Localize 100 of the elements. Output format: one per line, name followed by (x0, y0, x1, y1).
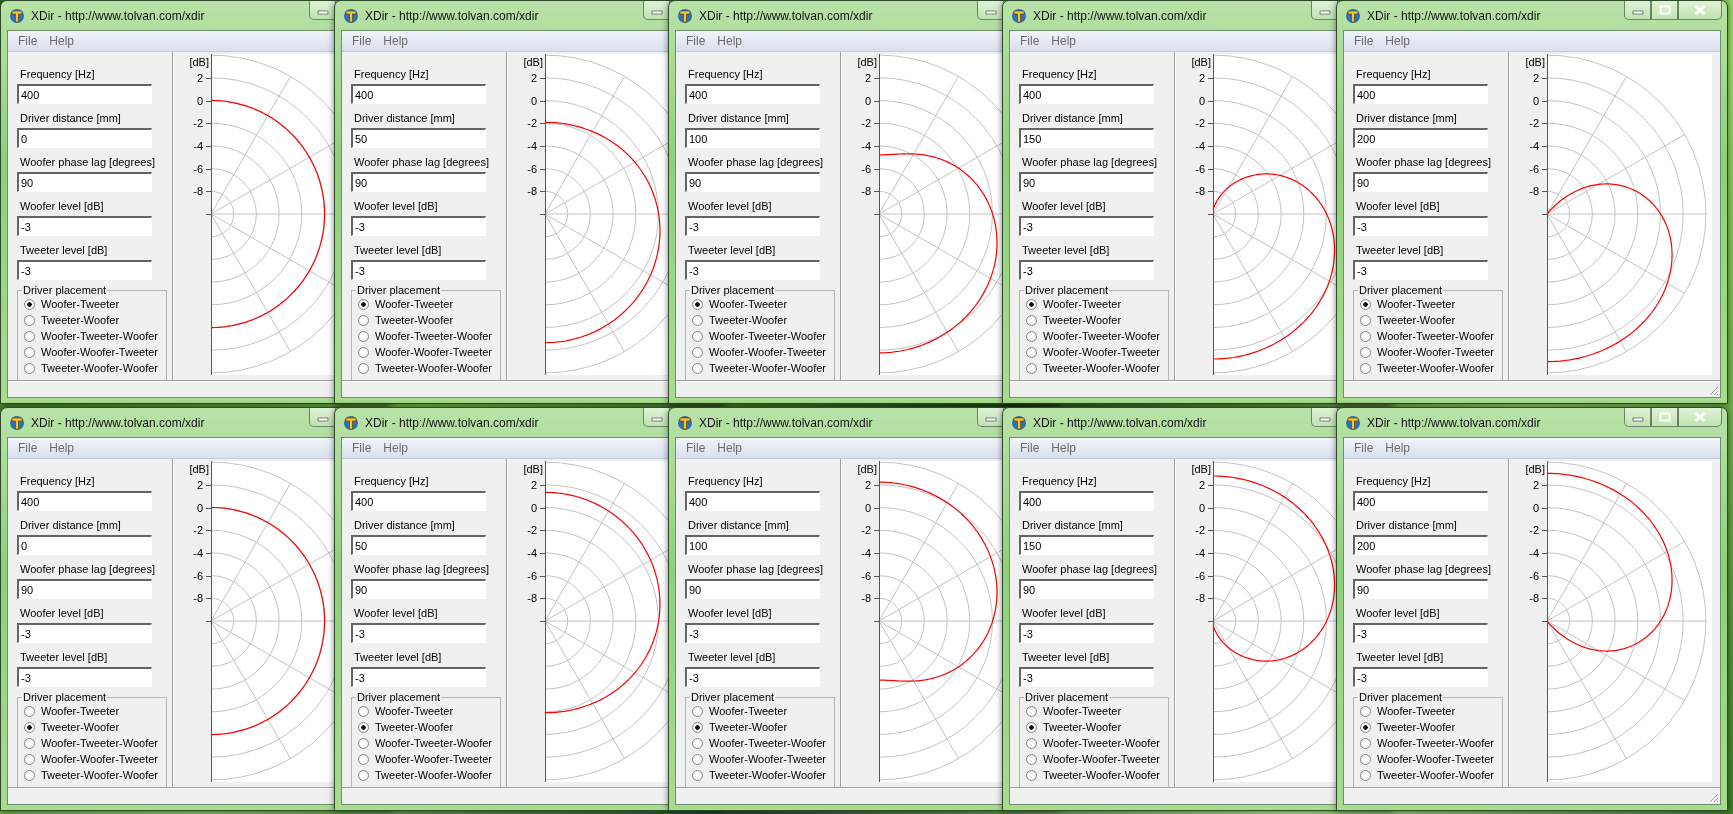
input-field[interactable]: -3 (1019, 623, 1154, 643)
radio-button[interactable] (1360, 330, 1371, 342)
input-field[interactable]: 50 (351, 535, 486, 555)
radio-label[interactable]: Tweeter-Woofer-Woofer (1043, 362, 1160, 374)
radio-label[interactable]: Woofer-Woofer-Tweeter (41, 753, 158, 765)
input-field[interactable]: 400 (1353, 491, 1488, 511)
menu-item[interactable]: File (346, 439, 378, 457)
radio-label[interactable]: Tweeter-Woofer-Woofer (709, 362, 826, 374)
radio-button[interactable] (1360, 362, 1371, 374)
input-field[interactable]: 90 (685, 172, 820, 192)
menu-item[interactable]: File (680, 32, 712, 50)
radio-button[interactable] (358, 769, 369, 781)
input-field[interactable]: 0 (17, 535, 152, 555)
radio-label[interactable]: Tweeter-Woofer-Woofer (1377, 362, 1494, 374)
radio-button[interactable] (24, 705, 35, 717)
minimize-button[interactable] (643, 1, 670, 20)
radio-label[interactable]: Tweeter-Woofer-Woofer (1377, 769, 1494, 781)
radio-button[interactable] (358, 346, 369, 358)
radio-button[interactable] (24, 362, 35, 374)
input-field[interactable]: 90 (1353, 172, 1488, 192)
radio-button[interactable] (24, 721, 35, 733)
menu-item[interactable]: Help (43, 439, 81, 457)
radio-button[interactable] (24, 298, 35, 310)
input-field[interactable]: 400 (1019, 491, 1154, 511)
radio-label[interactable]: Woofer-Woofer-Tweeter (1043, 753, 1160, 765)
radio-button[interactable] (692, 721, 703, 733)
minimize-button[interactable] (309, 1, 336, 20)
input-field[interactable]: -3 (17, 623, 152, 643)
radio-button[interactable] (358, 737, 369, 749)
radio-label[interactable]: Woofer-Tweeter (709, 298, 788, 310)
input-field[interactable]: -3 (685, 667, 820, 687)
maximize-button[interactable] (1651, 408, 1678, 427)
radio-label[interactable]: Woofer-Woofer-Tweeter (1377, 753, 1494, 765)
radio-button[interactable] (1360, 346, 1371, 358)
radio-button[interactable] (692, 346, 703, 358)
radio-label[interactable]: Woofer-Tweeter (1377, 705, 1456, 717)
input-field[interactable]: 400 (685, 84, 820, 104)
radio-button[interactable] (358, 721, 369, 733)
input-field[interactable]: 400 (17, 491, 152, 511)
menu-item[interactable]: File (1014, 32, 1046, 50)
radio-button[interactable] (24, 346, 35, 358)
input-field[interactable]: -3 (17, 667, 152, 687)
radio-button[interactable] (1026, 298, 1037, 310)
minimize-button[interactable] (977, 408, 1004, 427)
radio-button[interactable] (692, 330, 703, 342)
minimize-button[interactable] (1624, 408, 1651, 427)
radio-label[interactable]: Woofer-Tweeter-Woofer (41, 737, 158, 749)
input-field[interactable]: 90 (1019, 579, 1154, 599)
radio-label[interactable]: Woofer-Tweeter (1377, 298, 1456, 310)
radio-label[interactable]: Woofer-Woofer-Tweeter (709, 753, 826, 765)
radio-label[interactable]: Tweeter-Woofer (41, 314, 120, 326)
minimize-button[interactable] (977, 1, 1004, 20)
input-field[interactable]: 90 (1019, 172, 1154, 192)
input-field[interactable]: -3 (1019, 216, 1154, 236)
input-field[interactable]: -3 (351, 216, 486, 236)
radio-label[interactable]: Woofer-Tweeter (375, 705, 454, 717)
radio-button[interactable] (1026, 346, 1037, 358)
radio-button[interactable] (1360, 705, 1371, 717)
close-button[interactable] (1678, 408, 1722, 427)
input-field[interactable]: -3 (1019, 260, 1154, 280)
radio-label[interactable]: Tweeter-Woofer-Woofer (1043, 769, 1160, 781)
radio-button[interactable] (358, 362, 369, 374)
radio-label[interactable]: Woofer-Woofer-Tweeter (709, 346, 826, 358)
radio-label[interactable]: Tweeter-Woofer (1377, 721, 1456, 733)
radio-button[interactable] (1026, 737, 1037, 749)
input-field[interactable]: 150 (1019, 128, 1154, 148)
radio-button[interactable] (692, 314, 703, 326)
menu-item[interactable]: Help (711, 32, 749, 50)
close-button[interactable] (1678, 1, 1722, 20)
input-field[interactable]: 100 (685, 535, 820, 555)
radio-label[interactable]: Woofer-Tweeter-Woofer (709, 737, 826, 749)
maximize-button[interactable] (1651, 1, 1678, 20)
radio-button[interactable] (24, 753, 35, 765)
menu-item[interactable]: Help (1045, 32, 1083, 50)
input-field[interactable]: -3 (17, 216, 152, 236)
input-field[interactable]: 150 (1019, 535, 1154, 555)
input-field[interactable]: 400 (1019, 84, 1154, 104)
radio-label[interactable]: Tweeter-Woofer-Woofer (41, 769, 158, 781)
input-field[interactable]: 90 (17, 172, 152, 192)
input-field[interactable]: 400 (17, 84, 152, 104)
radio-label[interactable]: Tweeter-Woofer (1043, 314, 1122, 326)
input-field[interactable]: 400 (351, 84, 486, 104)
input-field[interactable]: 90 (1353, 579, 1488, 599)
radio-label[interactable]: Woofer-Tweeter (709, 705, 788, 717)
input-field[interactable]: -3 (17, 260, 152, 280)
radio-button[interactable] (24, 737, 35, 749)
input-field[interactable]: 400 (1353, 84, 1488, 104)
radio-button[interactable] (1360, 737, 1371, 749)
input-field[interactable]: 400 (351, 491, 486, 511)
menu-item[interactable]: Help (377, 439, 415, 457)
minimize-button[interactable] (643, 408, 670, 427)
input-field[interactable]: 200 (1353, 128, 1488, 148)
radio-button[interactable] (692, 769, 703, 781)
menu-item[interactable]: File (346, 32, 378, 50)
radio-label[interactable]: Tweeter-Woofer (375, 721, 454, 733)
input-field[interactable]: -3 (351, 260, 486, 280)
radio-button[interactable] (692, 362, 703, 374)
radio-label[interactable]: Woofer-Tweeter (1043, 298, 1122, 310)
input-field[interactable]: -3 (1019, 667, 1154, 687)
menu-item[interactable]: File (1014, 439, 1046, 457)
